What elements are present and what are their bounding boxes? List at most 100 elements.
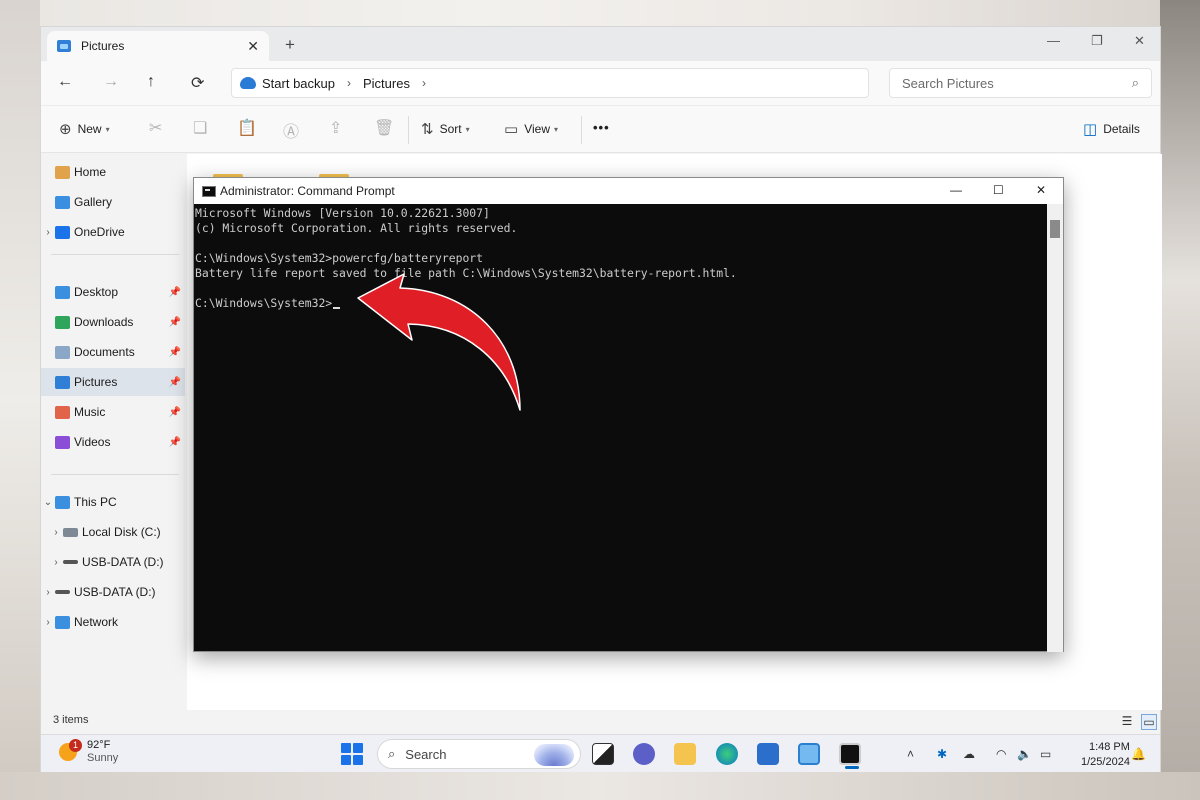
file-explorer-icon[interactable] (674, 743, 696, 765)
pin-icon[interactable]: 📌 (169, 317, 181, 328)
sidebar-item-music[interactable]: Music 📌 (41, 398, 185, 426)
sidebar-item-label: Gallery (74, 195, 113, 209)
rename-icon[interactable]: Ⓐ (283, 118, 299, 142)
new-button[interactable]: ⊕ New ▾ (59, 120, 110, 138)
usb-drive-icon (55, 590, 70, 594)
more-options-button[interactable]: ••• (593, 120, 610, 135)
desktop-icon (55, 285, 70, 299)
cut-icon[interactable]: ✂ (149, 118, 162, 138)
chevron-down-icon: ▾ (465, 124, 470, 134)
sidebar-item-usb-data[interactable]: › USB-DATA (D:) (41, 548, 185, 576)
sidebar-item-desktop[interactable]: Desktop 📌 (41, 278, 185, 306)
sidebar-item-videos[interactable]: Videos 📌 (41, 428, 185, 456)
search-icon: ⌕ (388, 746, 396, 761)
usb-drive-icon (63, 560, 78, 564)
sidebar-item-label: Local Disk (C:) (82, 525, 161, 539)
sidebar-item-network[interactable]: › Network (41, 608, 185, 636)
teams-chat-icon[interactable] (633, 743, 655, 765)
show-hidden-icons-icon[interactable]: ˄ (907, 747, 914, 761)
chevron-right-icon[interactable]: › (41, 227, 55, 238)
sidebar-item-downloads[interactable]: Downloads 📌 (41, 308, 185, 336)
close-tab-icon[interactable]: ✕ (247, 38, 259, 55)
sidebar-item-pictures[interactable]: Pictures 📌 (41, 368, 185, 396)
store-icon[interactable] (757, 743, 779, 765)
chevron-right-icon[interactable]: › (422, 76, 426, 90)
paste-icon[interactable]: 📋 (237, 118, 257, 138)
chevron-right-icon[interactable]: › (49, 557, 63, 568)
sidebar-item-home[interactable]: Home (41, 158, 185, 186)
chevron-down-icon: ▾ (105, 124, 110, 134)
sidebar-item-label: Music (74, 405, 106, 419)
edge-browser-icon[interactable] (716, 743, 738, 765)
scrollbar-thumb[interactable] (1050, 220, 1060, 238)
sidebar-item-onedrive[interactable]: › OneDrive (41, 218, 185, 246)
sidebar-item-usb-data-2[interactable]: › USB-DATA (D:) (41, 578, 185, 606)
command-prompt-taskbar-icon[interactable] (839, 743, 861, 769)
close-window-button[interactable]: ✕ (1036, 183, 1046, 197)
taskbar-search[interactable]: ⌕ Search (377, 739, 581, 769)
window-title: Administrator: Command Prompt (220, 184, 395, 198)
minimize-button[interactable]: — (1047, 33, 1060, 48)
maximize-button[interactable]: ☐ (993, 183, 1004, 197)
sidebar-item-label: Downloads (74, 315, 134, 329)
breadcrumb[interactable]: Start backup › Pictures › (231, 68, 869, 98)
search-input[interactable]: Search Pictures ⌕ (889, 68, 1152, 98)
notification-bell-icon[interactable]: 🔔 (1131, 747, 1146, 761)
gallery-icon (55, 195, 70, 209)
pin-icon[interactable]: 📌 (169, 347, 181, 358)
chevron-right-icon[interactable]: › (41, 587, 55, 598)
clock[interactable]: 1:48 PM 1/25/2024 (1081, 740, 1130, 770)
refresh-button[interactable]: ⟳ (191, 73, 204, 93)
sidebar-item-gallery[interactable]: Gallery (41, 188, 185, 216)
quick-assist-icon[interactable] (798, 743, 820, 765)
back-button[interactable]: ← (57, 73, 73, 91)
details-view-icon[interactable]: ☰ (1119, 714, 1135, 730)
command-prompt-title-bar[interactable]: Administrator: Command Prompt — ☐ ✕ (194, 178, 1063, 204)
pictures-icon (55, 375, 70, 389)
breadcrumb-pictures[interactable]: Pictures (363, 76, 410, 91)
close-window-button[interactable]: ✕ (1134, 33, 1145, 49)
console-prompt-line[interactable]: C:\Windows\System32> (195, 296, 1047, 311)
sidebar-item-documents[interactable]: Documents 📌 (41, 338, 185, 366)
chevron-right-icon[interactable]: › (41, 617, 55, 628)
search-label: Search (405, 746, 447, 762)
maximize-button[interactable]: ❐ (1091, 33, 1103, 49)
command-prompt-window[interactable]: Administrator: Command Prompt — ☐ ✕ Micr… (193, 177, 1064, 652)
console-line: Battery life report saved to file path C… (195, 266, 737, 280)
command-bar: ⊕ New ▾ ✂ ❏ 📋 Ⓐ ⇪ 🗑 ⇅ Sort ▾ ▭ View ▾ ••… (41, 105, 1160, 153)
volume-icon[interactable]: 🔈 (1017, 747, 1032, 761)
details-button[interactable]: ◫ Details (1083, 120, 1140, 138)
view-button[interactable]: ▭ View ▾ (504, 120, 558, 138)
up-button[interactable]: ↑ (147, 73, 155, 91)
sort-button[interactable]: ⇅ Sort ▾ (421, 120, 470, 138)
scrollbar[interactable] (1047, 204, 1063, 652)
bluetooth-icon[interactable]: ✱ (937, 747, 947, 761)
music-icon (55, 405, 70, 419)
task-view-icon[interactable] (592, 743, 614, 765)
console-output[interactable]: Microsoft Windows [Version 10.0.22621.30… (194, 204, 1047, 652)
start-button[interactable] (341, 743, 363, 765)
taskbar: 1 92°F Sunny ⌕ Search ˄ ✱ ☁ ◠ 🔈 ▭ 1:48 P… (41, 734, 1160, 772)
chevron-down-icon[interactable]: ⌄ (41, 497, 55, 508)
tiles-view-icon[interactable]: ▭ (1141, 714, 1157, 730)
chevron-right-icon[interactable]: › (49, 527, 63, 538)
sidebar-item-local-disk[interactable]: › Local Disk (C:) (41, 518, 185, 546)
pin-icon[interactable]: 📌 (169, 407, 181, 418)
pin-icon[interactable]: 📌 (169, 287, 181, 298)
weather-widget[interactable]: 1 92°F Sunny (59, 739, 118, 765)
wifi-icon[interactable]: ◠ (996, 747, 1006, 761)
copy-icon[interactable]: ❏ (193, 118, 207, 138)
pin-icon[interactable]: 📌 (169, 377, 181, 388)
pin-icon[interactable]: 📌 (169, 437, 181, 448)
tab-pictures[interactable]: Pictures ✕ (47, 31, 269, 61)
weather-temperature: 92°F (87, 739, 111, 751)
minimize-button[interactable]: — (950, 183, 962, 197)
sidebar-item-this-pc[interactable]: ⌄ This PC (41, 488, 185, 516)
new-tab-button[interactable]: + (285, 35, 295, 55)
delete-icon[interactable]: 🗑 (374, 118, 394, 138)
breadcrumb-start-backup[interactable]: Start backup (262, 76, 335, 91)
battery-icon[interactable]: ▭ (1040, 747, 1051, 761)
onedrive-tray-icon[interactable]: ☁ (963, 747, 975, 761)
share-icon[interactable]: ⇪ (329, 118, 342, 138)
forward-button[interactable]: → (103, 73, 119, 91)
